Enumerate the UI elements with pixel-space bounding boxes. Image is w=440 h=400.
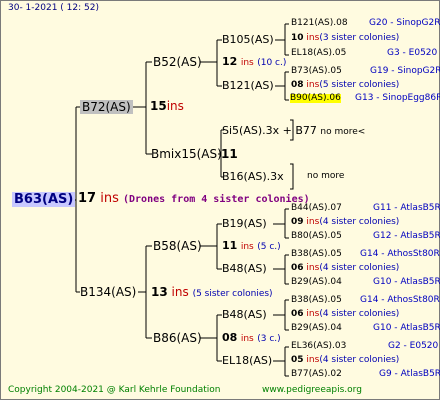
leaf-ins: ins (306, 217, 320, 227)
gen3-b16[interactable]: B16(AS).3x (222, 171, 284, 182)
leaf-name[interactable]: B80(AS).05 (291, 232, 342, 241)
leaf-note: (4 sister colonies) (319, 355, 400, 365)
b19-count: 11 (222, 239, 238, 252)
leaf-code: G10 - AtlasB5R (373, 323, 440, 333)
leaf-code: G14 - AthosSt80R (360, 295, 440, 305)
gen3-el18[interactable]: EL18(AS) (222, 355, 272, 366)
gen3-b19[interactable]: B19(AS) (222, 218, 267, 229)
leaf-ins: ins (306, 263, 320, 273)
leaf-name-highlighted[interactable]: B90(AS).06 (290, 94, 341, 103)
gen3-b19-info: 11 ins (5 c.) (222, 240, 281, 252)
si5-name: Si5(AS).3x + B77 (222, 124, 317, 137)
leaf-code: G10 - AtlasB5R (373, 277, 440, 287)
root-queen[interactable]: B63(AS) (12, 192, 76, 207)
leaf-name[interactable]: B73(AS).05 (291, 67, 342, 76)
leaf-sisters: 06 ins(4 sister colonies) (291, 264, 399, 273)
leaf-count: 05 (291, 355, 304, 365)
leaf-code: G20 - SinopG2R (369, 18, 440, 28)
gen3-b121[interactable]: B121(AS) (222, 80, 274, 91)
leaf-count: 08 (291, 80, 304, 90)
leaf-code: G9 - AtlasB5R (379, 369, 440, 379)
leaf-sisters: 05 ins(4 sister colonies) (291, 356, 399, 365)
gen2-bmix[interactable]: Bmix15(AS) (151, 148, 222, 160)
leaf-code: G2 - E0520 (388, 341, 439, 351)
leaf-code: G14 - AthosSt80R (360, 249, 440, 259)
b48b-ins: ins (240, 334, 254, 344)
leaf-note: (4 sister colonies) (319, 263, 400, 273)
gen3-b48b[interactable]: B48(AS) (222, 309, 267, 320)
leaf-note: (3 sister colonies) (319, 33, 400, 43)
leaf-name[interactable]: B29(AS).04 (291, 278, 342, 287)
leaf-sisters: 10 ins(3 sister colonies) (291, 34, 399, 43)
copyright: Copyright 2004-2021 @ Karl Kehrle Founda… (8, 385, 221, 395)
b105-count: 12 (222, 55, 238, 68)
gen1-queen-top[interactable]: B72(AS) (80, 100, 133, 114)
leaf-ins: ins (306, 33, 320, 43)
gen1-bottom-note: (5 sister colonies) (192, 289, 273, 299)
b16-note: no more (307, 171, 345, 181)
root-count: 17 (78, 191, 97, 206)
leaf-note: (4 sister colonies) (319, 309, 400, 319)
b105-note: (10 c.) (257, 58, 287, 68)
b48b-note: (3 c.) (257, 334, 281, 344)
leaf-code: G12 - AtlasB5R (373, 231, 440, 241)
gen1-queen-bottom[interactable]: B134(AS) (80, 286, 136, 298)
leaf-note: (4 sister colonies) (319, 217, 400, 227)
gen1-bottom-count: 13 (151, 285, 168, 299)
gen2-b52[interactable]: B52(AS) (153, 56, 202, 68)
leaf-name[interactable]: B44(AS).07 (291, 204, 342, 213)
gen1-top-info: 15ins (150, 100, 184, 112)
bmix-count: 11 (221, 147, 238, 161)
gen3-b48b-info: 08 ins (3 c.) (222, 332, 281, 344)
b19-note: (5 c.) (257, 242, 281, 252)
gen2-b58[interactable]: B58(AS) (153, 240, 202, 252)
leaf-name[interactable]: B121(AS).08 (291, 19, 348, 28)
leaf-ins: ins (306, 355, 320, 365)
print-date: 30- 1-2021 ( 12: 52) (8, 3, 99, 13)
gen2-b86[interactable]: B86(AS) (153, 332, 202, 344)
gen1-top-count: 15 (150, 99, 167, 113)
leaf-name[interactable]: B29(AS).04 (291, 324, 342, 333)
leaf-code: G13 - SinopEgg86R (355, 93, 440, 103)
leaf-note: (5 sister colonies) (319, 80, 400, 90)
b105-ins: ins (240, 58, 254, 68)
gen3-b105-info: 12 ins (10 c.) (222, 56, 286, 68)
root-ins: ins (100, 191, 119, 206)
b19-ins: ins (240, 242, 254, 252)
leaf-sisters: 08 ins(5 sister colonies) (291, 81, 399, 90)
leaf-count: 10 (291, 33, 304, 43)
root-drone-note: (Drones from 4 sister colonies) (123, 194, 310, 205)
leaf-sisters: 09 ins(4 sister colonies) (291, 218, 399, 227)
leaf-name[interactable]: EL18(AS).05 (291, 49, 346, 58)
gen2-bmix-count: 11 (221, 148, 238, 160)
b48b-count: 08 (222, 331, 238, 344)
leaf-name[interactable]: B38(AS).05 (291, 296, 342, 305)
leaf-name[interactable]: B38(AS).05 (291, 250, 342, 259)
leaf-sisters: 06 ins(4 sister colonies) (291, 310, 399, 319)
leaf-code: G19 - SinopG2R (370, 66, 440, 76)
leaf-count: 06 (291, 309, 304, 319)
gen3-b48a[interactable]: B48(AS) (222, 263, 267, 274)
leaf-code: G11 - AtlasB5R (373, 203, 440, 213)
si5-note: no more< (320, 127, 366, 137)
root-info: 17 ins (Drones from 4 sister colonies) (78, 192, 310, 205)
website-link[interactable]: www.pedigreeapis.org (262, 386, 362, 395)
leaf-ins: ins (306, 309, 320, 319)
gen1-top-ins: ins (166, 99, 184, 113)
leaf-name[interactable]: EL36(AS).03 (291, 342, 346, 351)
gen1-bottom-ins: ins (171, 285, 189, 299)
leaf-ins: ins (306, 80, 320, 90)
leaf-name[interactable]: B77(AS).02 (291, 370, 342, 379)
leaf-count: 09 (291, 217, 304, 227)
leaf-code: G3 - E0520 (387, 48, 438, 58)
gen3-b105[interactable]: B105(AS) (222, 34, 274, 45)
gen1-bottom-info: 13 ins (5 sister colonies) (151, 286, 273, 299)
leaf-count: 06 (291, 263, 304, 273)
gen3-si5[interactable]: Si5(AS).3x + B77 no more< (222, 125, 365, 137)
